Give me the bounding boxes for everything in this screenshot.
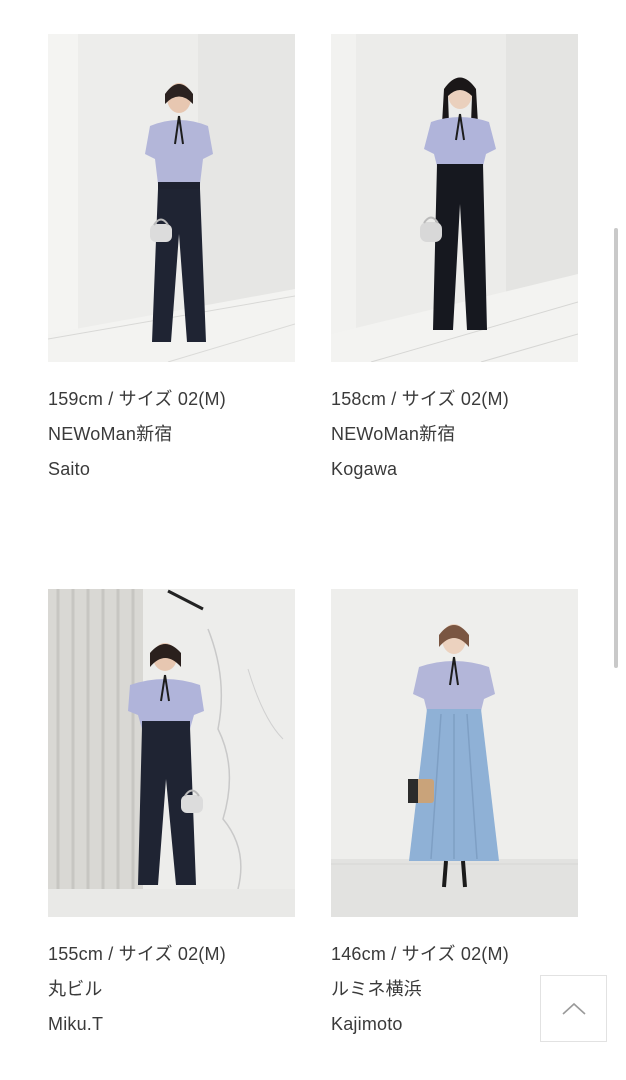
chevron-up-icon <box>561 1002 586 1015</box>
back-to-top-button[interactable] <box>540 975 607 1042</box>
staff-photo-illustration <box>48 34 295 362</box>
staff-name: Kogawa <box>331 459 398 479</box>
staff-card[interactable]: 159cm / サイズ 02(M) NEWoMan新宿 Saito <box>48 34 295 487</box>
staff-photo-illustration <box>331 589 578 917</box>
staff-name: Saito <box>48 459 91 479</box>
staff-info: 159cm / サイズ 02(M) NEWoMan新宿 Saito <box>48 382 295 487</box>
staff-info: 158cm / サイズ 02(M) NEWoMan新宿 Kogawa <box>331 382 578 487</box>
staff-name: Miku.T <box>48 1014 104 1034</box>
staff-height-size: 158cm / サイズ 02(M) <box>331 389 509 409</box>
staff-photo-illustration <box>48 589 295 917</box>
scrollbar[interactable] <box>614 228 618 668</box>
staff-photo[interactable] <box>331 589 578 917</box>
staff-card[interactable]: 155cm / サイズ 02(M) 丸ビル Miku.T <box>48 589 295 1042</box>
staff-info: 155cm / サイズ 02(M) 丸ビル Miku.T <box>48 937 295 1042</box>
staff-card[interactable]: 158cm / サイズ 02(M) NEWoMan新宿 Kogawa <box>331 34 578 487</box>
staff-styling-grid: 159cm / サイズ 02(M) NEWoMan新宿 Saito 158cm … <box>0 0 626 1080</box>
staff-store: NEWoMan新宿 <box>48 424 173 444</box>
staff-photo[interactable] <box>331 34 578 362</box>
staff-store: NEWoMan新宿 <box>331 424 456 444</box>
staff-photo[interactable] <box>48 34 295 362</box>
staff-store: 丸ビル <box>48 979 103 999</box>
staff-height-size: 159cm / サイズ 02(M) <box>48 389 226 409</box>
staff-height-size: 155cm / サイズ 02(M) <box>48 944 226 964</box>
staff-photo-illustration <box>331 34 578 362</box>
staff-photo[interactable] <box>48 589 295 917</box>
staff-height-size: 146cm / サイズ 02(M) <box>331 944 509 964</box>
